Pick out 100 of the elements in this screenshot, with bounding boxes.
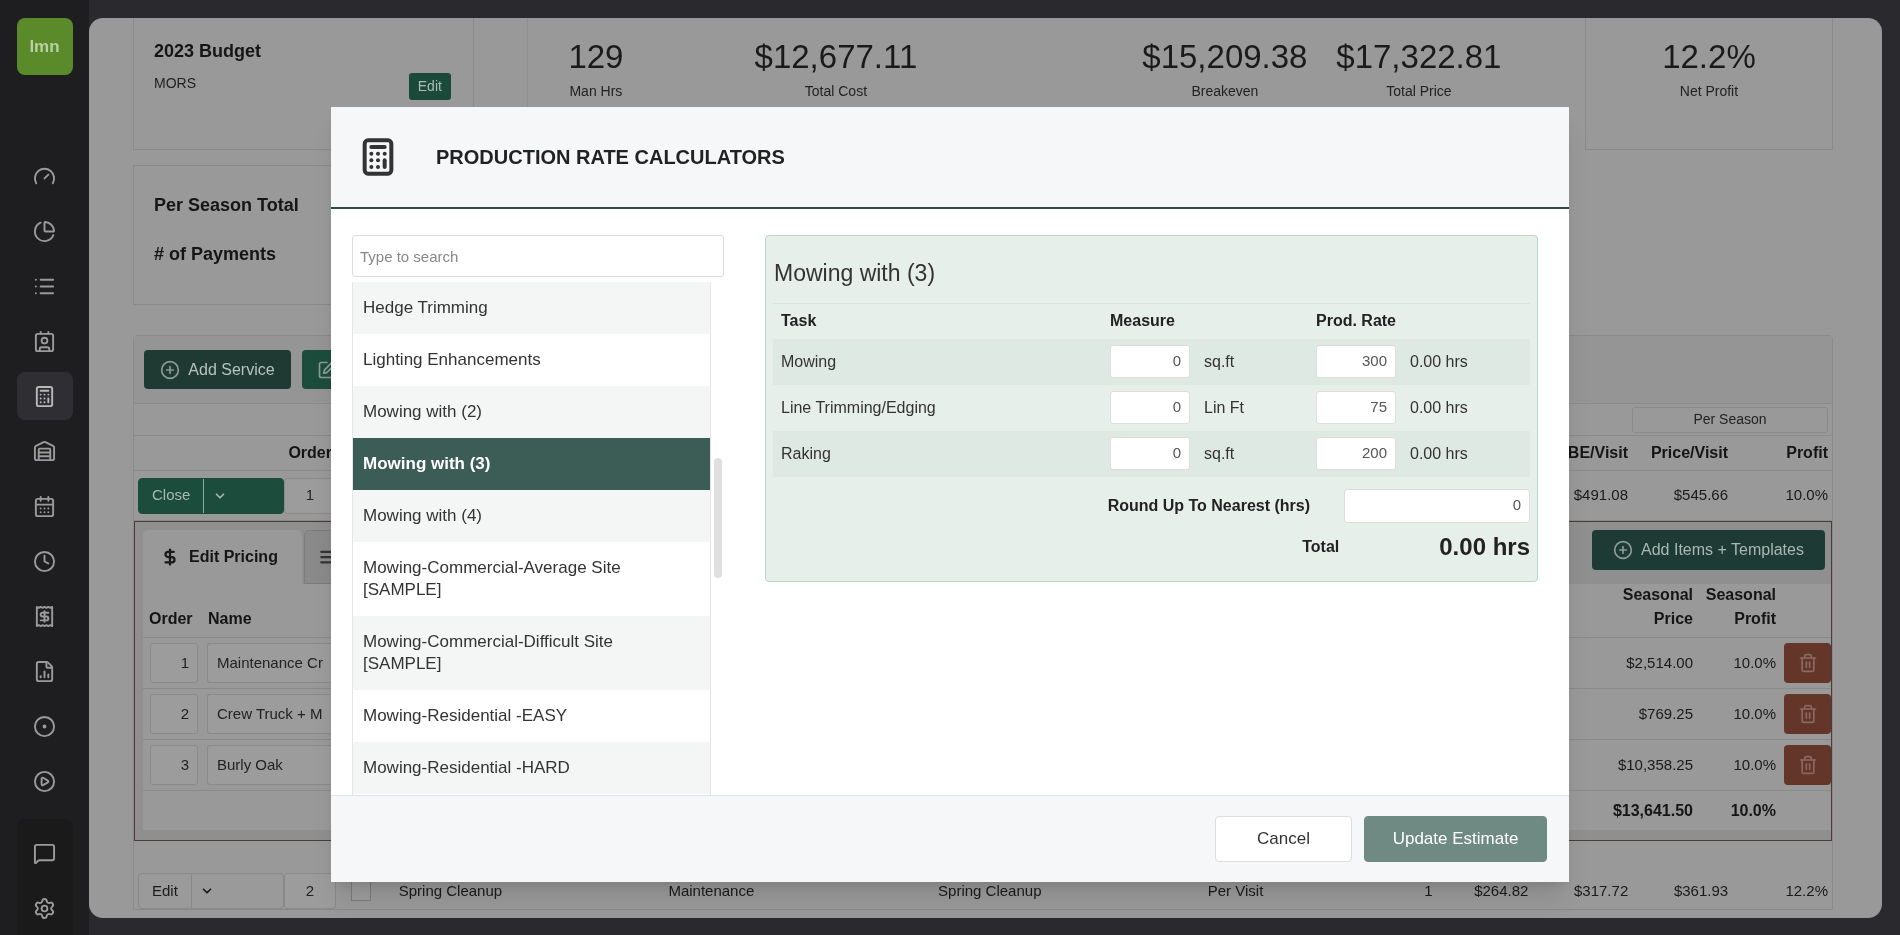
- unit-label: sq.ft: [1204, 351, 1236, 372]
- table-cell-text: 10.0%: [1784, 485, 1828, 506]
- column-header: Measure: [1110, 311, 1176, 331]
- tab[interactable]: Edit Pricing: [143, 530, 302, 584]
- group-header: Per Season: [1632, 406, 1828, 433]
- column-header: Prod. Rate: [1316, 311, 1396, 331]
- plus-icon: [1613, 540, 1634, 560]
- edit-button[interactable]: Edit: [408, 73, 451, 100]
- column-header: Price/Visit: [1649, 443, 1728, 463]
- table-cell-text: $361.93: [1672, 880, 1729, 901]
- rate-field[interactable]: 300: [1316, 345, 1396, 378]
- list-item[interactable]: Mowing-Commercial-Difficult Site [SAMPLE]: [353, 616, 710, 690]
- measure-field[interactable]: 0: [1110, 437, 1190, 470]
- rate-field[interactable]: 75: [1316, 391, 1396, 424]
- column-header: Task: [781, 311, 818, 331]
- column-header: Profit: [1785, 443, 1828, 463]
- calendar-icon: [33, 494, 56, 518]
- list-item[interactable]: Mowing-Residential -HARD: [353, 742, 710, 794]
- plus-icon: [160, 359, 181, 380]
- unit-label: Lin Ft: [1204, 397, 1245, 418]
- stat-value: 129: [568, 40, 624, 73]
- budget-subtitle: MORS: [154, 74, 196, 93]
- add-service-button[interactable]: Add Service: [144, 350, 291, 389]
- trash-icon: [1797, 704, 1818, 724]
- table-cell-text: Spring Cleanup: [397, 880, 504, 901]
- stat-label: Total Price: [1386, 82, 1452, 101]
- add-items-button[interactable]: Add Items + Templates: [1592, 530, 1825, 570]
- round-up-field[interactable]: 0: [1344, 488, 1530, 523]
- table-cell-text: $545.66: [1672, 485, 1728, 506]
- hours-value: 0.00 hrs: [1410, 397, 1468, 418]
- stat-label: Total Cost: [804, 82, 868, 101]
- list-item[interactable]: Mowing with (2): [353, 386, 710, 438]
- stat-label: Man Hrs: [569, 82, 623, 101]
- hours-value: 0.00 hrs: [1410, 351, 1468, 372]
- play-icon: [33, 769, 56, 793]
- column-header: Order: [149, 609, 194, 629]
- scrollbar-thumb[interactable]: [713, 458, 722, 578]
- table-cell-text: 10.0%: [1732, 652, 1776, 673]
- table-cell-text: $317.72: [1573, 880, 1629, 901]
- total-cell-text: $13,641.50: [1611, 800, 1693, 821]
- garage-icon: [33, 439, 56, 463]
- dialog-title: PRODUCTION RATE CALCULATORS: [436, 145, 785, 170]
- split-button[interactable]: Close: [138, 477, 284, 514]
- table-cell-text: 12.2%: [1784, 880, 1828, 901]
- round-up-label: Round Up To Nearest (hrs): [1107, 495, 1310, 516]
- order-input[interactable]: 2: [150, 694, 198, 734]
- unit-label: sq.ft: [1204, 443, 1236, 464]
- name-input[interactable]: Maintenance Cr: [207, 643, 333, 683]
- season-label: Per Season Total: [154, 194, 299, 217]
- table-cell-text: $2,514.00: [1625, 652, 1693, 673]
- list-item[interactable]: Mowing with (3): [353, 438, 710, 490]
- search-field[interactable]: Type to search: [352, 235, 724, 277]
- receipt-icon: [33, 604, 56, 628]
- table-cell-text: $769.25: [1637, 703, 1693, 724]
- checkbox[interactable]: [350, 881, 371, 901]
- list-item[interactable]: Mowing with (4): [353, 490, 710, 542]
- column-header: Name: [208, 609, 253, 629]
- order-input[interactable]: 2: [283, 873, 336, 909]
- cancel-button[interactable]: Cancel: [1215, 816, 1352, 862]
- table-cell-text: $491.08: [1572, 485, 1628, 506]
- split-button-label[interactable]: Edit: [139, 874, 191, 908]
- rate-field[interactable]: 200: [1316, 437, 1396, 470]
- task-name: Line Trimming/Edging: [781, 397, 937, 418]
- stat-value: $17,322.81: [1336, 40, 1502, 73]
- table-cell-text: 10.0%: [1732, 703, 1776, 724]
- table-cell-text: $10,358.25: [1616, 754, 1693, 775]
- pie-chart-icon: [33, 219, 56, 243]
- table-cell-text: 10.0%: [1732, 754, 1776, 775]
- name-input[interactable]: Crew Truck + M: [207, 694, 333, 734]
- stat-value: $12,677.11: [754, 40, 918, 73]
- order-input[interactable]: 3: [150, 745, 198, 785]
- calculator-title: Mowing with (3): [774, 259, 937, 288]
- trash-icon: [1797, 653, 1818, 673]
- circle-logo-icon: [33, 714, 56, 738]
- task-name: Mowing: [781, 351, 838, 372]
- dollar-icon: [161, 548, 179, 566]
- measure-field[interactable]: 0: [1110, 345, 1190, 378]
- update-button[interactable]: Update Estimate: [1364, 816, 1547, 862]
- clock-icon: [33, 549, 56, 573]
- table-cell-text: 1: [1423, 880, 1433, 901]
- measure-field[interactable]: 0: [1110, 391, 1190, 424]
- task-name: Raking: [781, 443, 832, 464]
- nav-item[interactable]: [16, 372, 73, 420]
- column-header: Order: [287, 443, 332, 463]
- split-button[interactable]: Edit: [138, 873, 284, 909]
- column-header: Seasonal Price: [1621, 585, 1693, 629]
- report-icon: [33, 659, 56, 683]
- split-button-label[interactable]: Close: [139, 478, 204, 513]
- name-input[interactable]: Burly Oak: [207, 745, 333, 785]
- list-item[interactable]: Hedge Trimming: [353, 282, 710, 334]
- settings-icon: [33, 896, 56, 920]
- table-cell-text: $264.82: [1473, 880, 1529, 901]
- hours-value: 0.00 hrs: [1410, 443, 1468, 464]
- stat-label: Net Profit: [1679, 82, 1739, 101]
- chat-icon: [33, 841, 56, 865]
- contact-card-icon: [33, 329, 56, 353]
- season-label: # of Payments: [154, 243, 277, 266]
- order-input[interactable]: 1: [150, 643, 198, 683]
- stat-value: 12.2%: [1662, 40, 1756, 73]
- table-cell-text: Per Visit: [1206, 880, 1265, 901]
